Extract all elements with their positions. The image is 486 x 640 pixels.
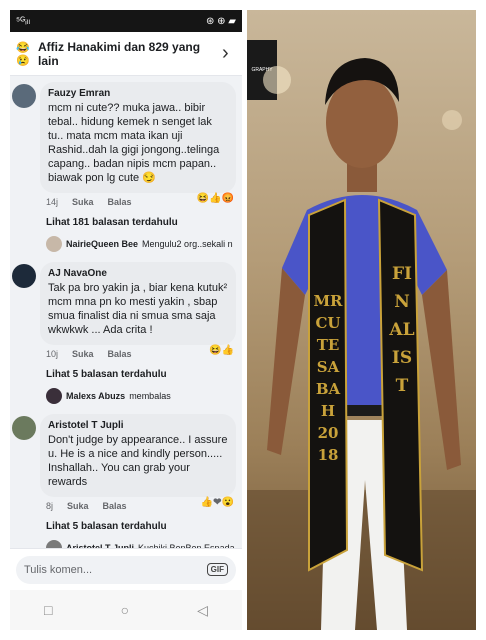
comment-author[interactable]: AJ NavaOne [48,268,228,279]
like-button[interactable]: Suka [72,197,94,211]
recents-icon[interactable]: □ [44,602,52,618]
reactions-header[interactable]: 😂😢 Affiz Hanakimi dan 829 yang lain › [10,32,242,76]
back-icon[interactable]: ◁ [197,602,208,619]
facebook-comments-screenshot: ⁵ᴳᵢₗₗ ⊛ ⊕ ▰ 😂😢 Affiz Hanakimi dan 829 ya… [10,10,242,630]
reply-button[interactable]: Balas [103,501,127,515]
reply-button[interactable]: Balas [108,197,132,211]
reaction-icons[interactable]: 👍❤😮 [201,497,234,508]
like-button[interactable]: Suka [72,349,94,363]
comment-author[interactable]: Fauzy Emran [48,88,228,99]
comment-meta: 8j Suka Balas 👍❤😮 [46,497,236,515]
avatar[interactable] [12,264,36,288]
comment-bubble: AJ NavaOne Tak pa bro yakin ja , biar ke… [40,262,236,345]
comment: Fauzy Emran mcm ni cute?? muka jawa.. bi… [10,76,242,252]
comment: AJ NavaOne Tak pa bro yakin ja , biar ke… [10,256,242,404]
comment-text: mcm ni cute?? muka jawa.. bibir tebal.. … [48,102,220,184]
sash-left-text: MR CUTE SABAH 2018 [313,292,343,464]
reply-preview[interactable]: Malexs Abuzs membalas [46,388,236,404]
sash-right-text: FINALIST [389,264,415,396]
status-bar: ⁵ᴳᵢₗₗ ⊛ ⊕ ▰ [10,10,242,32]
reactions-summary: Affiz Hanakimi dan 829 yang lain [38,39,201,68]
reply-author: Malexs Abuzs [66,391,126,401]
comment-author[interactable]: Aristotel T Jupli [48,420,228,431]
comment-input[interactable]: Tulis komen... GIF [16,555,236,584]
pageant-photo: GRAPHY MR CUTE SABAH 2018 FINALIST [247,10,476,630]
person-photo-illustration [247,58,476,630]
reply-text: Mengulu2 org..sekali n [142,239,233,249]
comment-input-placeholder: Tulis komen... [24,563,93,576]
reply-text: membalas [129,391,171,401]
reaction-icons[interactable]: 😆👍😡 [197,193,234,204]
comment-composer: Tulis komen... GIF [10,548,242,590]
home-icon[interactable]: ○ [121,602,129,618]
status-icons: ⊛ ⊕ ▰ [205,15,236,27]
view-previous-replies-link[interactable]: Lihat 181 balasan terdahulu [46,217,236,228]
reaction-emoji-icon: 😂😢 [16,41,30,67]
comment-bubble: Aristotel T Jupli Don't judge by appeara… [40,414,236,497]
blue-shirt [282,195,447,405]
avatar[interactable] [12,84,36,108]
reply-author: NairieQueen Bee [66,239,139,249]
android-nav-bar: □ ○ ◁ [10,590,242,630]
avatar[interactable] [12,416,36,440]
comment-time: 14j [46,197,59,207]
comment-bubble: Fauzy Emran mcm ni cute?? muka jawa.. bi… [40,82,236,193]
avatar [46,236,62,252]
comment-meta: 10j Suka Balas 😆👍 [46,345,236,363]
view-previous-replies-link[interactable]: Lihat 5 balasan terdahulu [46,369,236,380]
comment-meta: 14j Suka Balas 😆👍😡 [46,193,236,211]
reply-button[interactable]: Balas [108,349,132,363]
view-previous-replies-link[interactable]: Lihat 5 balasan terdahulu [46,521,236,532]
light-glow [442,110,462,130]
reaction-icons[interactable]: 😆👍 [209,345,234,356]
left-arm [267,268,305,455]
comment-text: Don't judge by appearance.. I assure u. … [48,434,228,488]
light-glow [263,66,291,94]
comment-time: 8j [46,501,54,511]
gif-button[interactable]: GIF [206,563,228,576]
chevron-right-icon[interactable]: › [222,42,236,65]
avatar [46,388,62,404]
reply-preview[interactable]: NairieQueen Bee Mengulu2 org..sekali n [46,236,236,252]
comment-time: 10j [46,349,59,359]
right-arm [422,270,461,470]
comment-text: Tak pa bro yakin ja , biar kena kutuk² m… [48,282,228,336]
like-button[interactable]: Suka [67,501,89,515]
comment: Aristotel T Jupli Don't judge by appeara… [10,408,242,556]
signal-indicator: ⁵ᴳᵢₗₗ [16,15,30,27]
